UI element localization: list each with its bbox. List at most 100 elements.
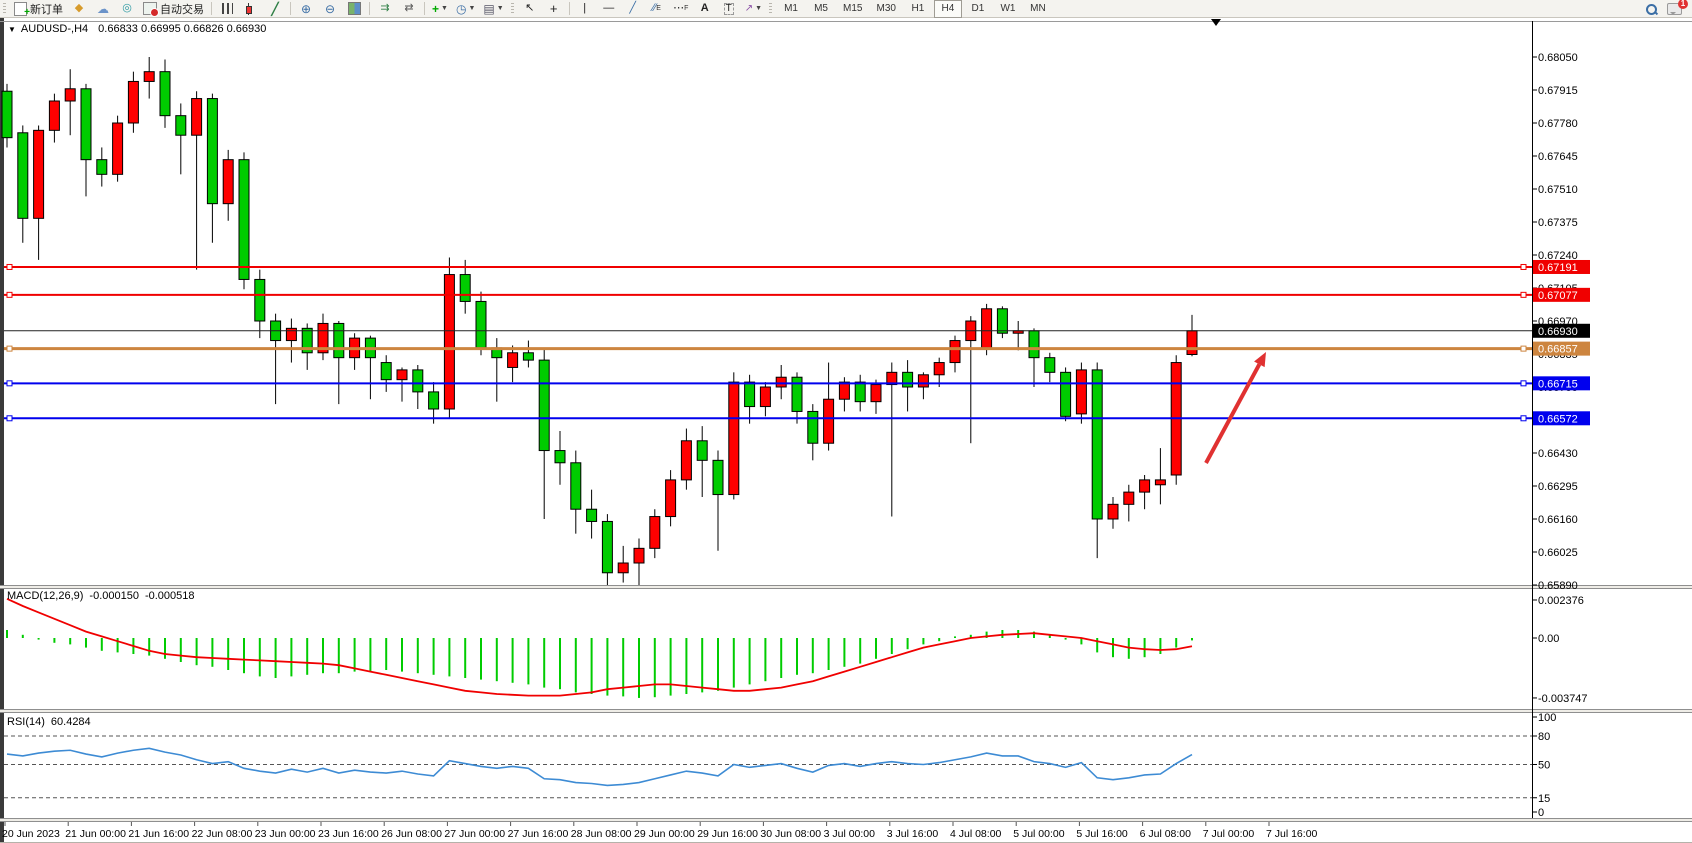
time-axis-label: 5 Jul 16:00 [1076, 828, 1128, 840]
candle-bear [255, 279, 265, 321]
candle-bull [950, 341, 960, 363]
tile-windows-button[interactable] [343, 0, 365, 18]
candle-bull [508, 353, 518, 368]
line-handle[interactable] [7, 381, 12, 386]
candle-bear [160, 72, 170, 116]
line-handle[interactable] [1521, 292, 1526, 297]
candle-bull [128, 81, 138, 123]
time-axis-label: 22 Jun 08:00 [192, 828, 253, 840]
timeframe-button-mn[interactable]: MN [1024, 0, 1052, 18]
candle-bear [334, 323, 344, 357]
candle-bull [650, 517, 660, 549]
rsi-level-label: 80 [1538, 731, 1550, 743]
line-handle[interactable] [1521, 264, 1526, 269]
cloud-button[interactable]: ☁ [92, 0, 114, 18]
timeframe-button-m15[interactable]: M15 [837, 0, 868, 18]
vertical-line-tool-button[interactable]: | [574, 0, 596, 18]
candle-bear [460, 275, 470, 302]
candle-bull [776, 377, 786, 387]
toolbar-separator [290, 2, 291, 15]
text-label-tool-button[interactable]: T [718, 0, 740, 18]
toolbar-grip[interactable] [511, 3, 514, 15]
line-handle[interactable] [7, 416, 12, 421]
chart-ohlc-header[interactable]: ▼AUDUSD-,H40.66833 0.66995 0.66826 0.669… [8, 23, 266, 35]
candle-bear [571, 463, 581, 509]
trendline-tool-button[interactable]: ╱ [622, 0, 644, 18]
candle-bull [1155, 480, 1165, 485]
time-axis-label: 26 Jun 08:00 [381, 828, 442, 840]
macd-name: MACD(12,26,9) [7, 590, 83, 602]
search-button[interactable] [1640, 0, 1662, 18]
candle-bear [523, 353, 533, 360]
candle-bull [982, 309, 992, 348]
chart-canvas[interactable]: 0.680500.679150.677800.676450.675100.673… [0, 0, 1692, 843]
line-handle[interactable] [7, 346, 12, 351]
candle-bull [1140, 480, 1150, 492]
toolbar-grip[interactable] [769, 3, 772, 15]
line-handle[interactable] [1521, 346, 1526, 351]
horizontal-line-tool-button[interactable]: — [598, 0, 620, 18]
chart-shift-button[interactable]: ⇄ [398, 0, 420, 18]
timeframe-button-m30[interactable]: M30 [870, 0, 901, 18]
timeframe-button-w1[interactable]: W1 [994, 0, 1022, 18]
toolbar-grip[interactable] [3, 3, 6, 15]
line-handle[interactable] [1521, 416, 1526, 421]
timeframe-button-h4[interactable]: H4 [934, 0, 962, 18]
timeframe-button-m5[interactable]: M5 [807, 0, 835, 18]
line-handle[interactable] [7, 264, 12, 269]
candle-bull [618, 563, 628, 573]
periods-button[interactable]: ◷▼ [453, 0, 478, 18]
bar-chart-button[interactable] [216, 0, 238, 18]
price-line-label: 0.66715 [1538, 378, 1578, 390]
horn-button[interactable]: ◆ [68, 0, 90, 18]
autotrading-button[interactable]: 自动交易 [140, 0, 207, 18]
auto-scroll-button[interactable]: ⇉ [374, 0, 396, 18]
bar-chart-icon [222, 3, 233, 14]
collapse-triangle-icon[interactable]: ▼ [8, 25, 16, 34]
candle-bull [871, 385, 881, 402]
candle-bear [207, 99, 217, 204]
notifications-button[interactable]: 1 [1664, 0, 1691, 18]
sonar-button[interactable]: ◎ [116, 0, 138, 18]
toolbar-separator [369, 2, 370, 15]
indicators-button[interactable]: +▼ [429, 0, 451, 18]
auto-scroll-icon: ⇉ [380, 3, 389, 14]
timeframe-button-m1[interactable]: M1 [777, 0, 805, 18]
zoom-out-button[interactable]: ⊖ [319, 0, 341, 18]
zoom-in-button[interactable]: ⊕ [295, 0, 317, 18]
crosshair-tool-button[interactable]: + [543, 0, 565, 18]
channel-tool-button[interactable]: ∕∕E [646, 0, 668, 18]
new-order-label: 新订单 [30, 1, 63, 17]
horizontal-line-icon: — [603, 3, 614, 14]
candle-bear [97, 160, 107, 175]
candle-bull [49, 101, 59, 130]
price-tick-label: 0.66430 [1538, 448, 1578, 460]
mt4-window: + 新订单 ◆ ☁ ◎ 自动交易 ╱ ⊕ ⊖ ⇉ ⇄ +▼ ◷▼ ▤▼ ↖ + … [0, 0, 1692, 843]
price-line-label: 0.67191 [1538, 262, 1578, 274]
price-line-label: 0.67077 [1538, 290, 1578, 302]
cursor-tool-button[interactable]: ↖ [519, 0, 541, 18]
rsi-value: 60.4284 [51, 716, 91, 728]
arrows-tool-button[interactable]: ↗▼ [742, 0, 765, 18]
horn-icon: ◆ [75, 3, 83, 14]
line-handle[interactable] [1521, 381, 1526, 386]
price-line-label: 0.66930 [1538, 326, 1578, 338]
toolbar: + 新订单 ◆ ☁ ◎ 自动交易 ╱ ⊕ ⊖ ⇉ ⇄ +▼ ◷▼ ▤▼ ↖ + … [0, 0, 1692, 18]
new-order-button[interactable]: + 新订单 [11, 0, 66, 18]
line-handle[interactable] [7, 292, 12, 297]
fibonacci-tool-button[interactable]: ⋯F [670, 0, 692, 18]
timeframe-button-h1[interactable]: H1 [904, 0, 932, 18]
rsi-name: RSI(14) [7, 716, 45, 728]
candle-bull [634, 548, 644, 563]
clock-icon: ◷ [456, 3, 466, 15]
candlestick-chart-button[interactable] [240, 0, 262, 18]
vertical-line-icon: | [583, 3, 586, 14]
line-chart-button[interactable]: ╱ [264, 0, 286, 18]
search-icon [1645, 3, 1657, 15]
sonar-icon: ◎ [122, 3, 132, 14]
candle-bear [81, 89, 91, 160]
candle-bull [1076, 370, 1086, 414]
templates-button[interactable]: ▤▼ [480, 0, 506, 18]
timeframe-button-d1[interactable]: D1 [964, 0, 992, 18]
text-tool-button[interactable]: A [694, 0, 716, 18]
